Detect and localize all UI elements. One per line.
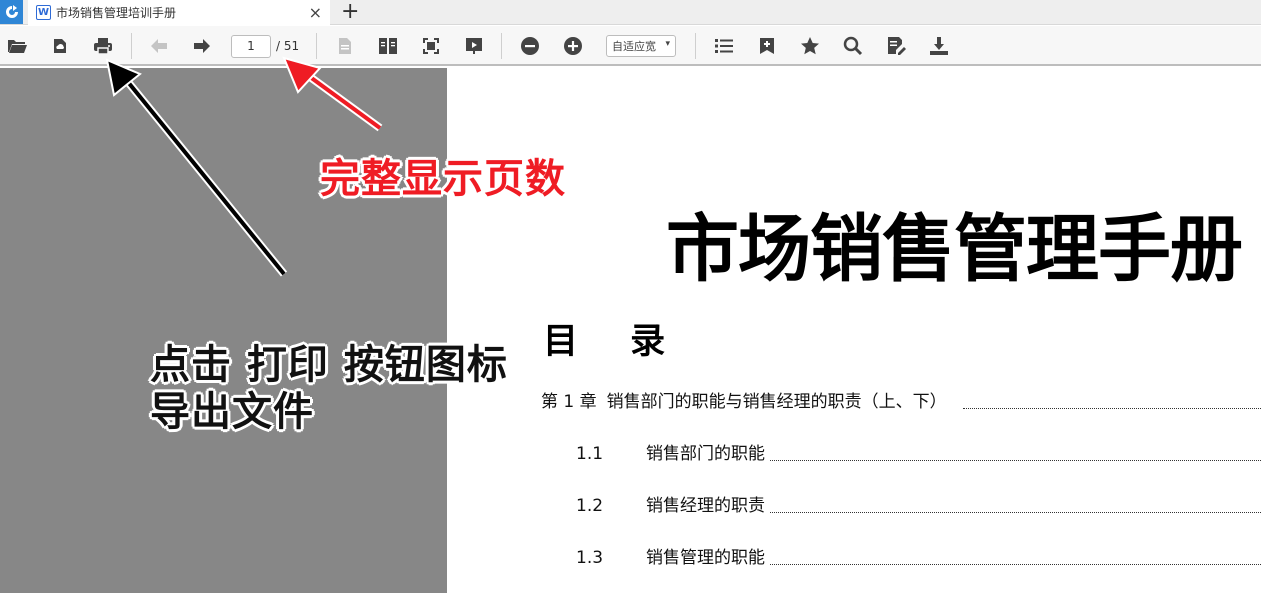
page-number-input[interactable]: 1 <box>231 35 271 58</box>
previous-page-icon[interactable] <box>148 35 170 57</box>
download-icon[interactable] <box>928 35 950 57</box>
toc-dot-leader <box>770 460 1261 461</box>
zoom-mode-value: 自适应宽 <box>612 40 656 53</box>
toc-entry-number: 1.3 <box>576 548 604 568</box>
presentation-icon[interactable] <box>463 35 485 57</box>
toolbar: 1 / 51 自适应宽 ▾ <box>0 26 1261 66</box>
toc-entry-text: 销售经理的职责 <box>646 496 765 516</box>
toc-dot-leader <box>770 512 1261 513</box>
document-title: 市场销售管理手册 <box>666 207 1243 292</box>
toc-dot-leader <box>770 564 1261 565</box>
outline-list-icon[interactable] <box>713 35 735 57</box>
print-icon[interactable] <box>92 35 114 57</box>
open-folder-icon[interactable] <box>6 35 28 57</box>
toc-entry-number: 1.2 <box>576 496 604 516</box>
toc-entry[interactable]: 第 1 章 销售部门的职能与销售经理的职责（上、下） <box>541 387 1261 412</box>
toc-heading: 目 录 <box>543 322 666 362</box>
two-page-icon[interactable] <box>377 35 399 57</box>
print-annotation-line: 点击 打印 按钮图标 <box>150 342 508 388</box>
app-logo-icon[interactable] <box>0 0 23 24</box>
cloud-upload-icon[interactable] <box>49 35 71 57</box>
zoom-mode-select[interactable]: 自适应宽 ▾ <box>606 35 676 57</box>
close-tab-icon[interactable]: × <box>309 3 322 22</box>
toc-entry-text: 销售部门的职能 <box>646 444 765 464</box>
favorite-star-icon[interactable] <box>799 35 821 57</box>
toolbar-separator <box>131 33 132 59</box>
fit-screen-icon[interactable] <box>420 35 442 57</box>
print-annotation-line: 导出文件 <box>150 389 314 435</box>
annotate-icon[interactable] <box>885 35 907 57</box>
print-annotation: 点击 打印 按钮图标 导出文件 <box>150 342 508 436</box>
document-tab[interactable]: W 市场销售管理培训手册 × <box>28 0 330 25</box>
toc-entry-number: 第 1 章 <box>541 392 597 412</box>
total-pages-label: / 51 <box>276 39 300 53</box>
toc-entry-text: 销售管理的职能 <box>646 548 765 568</box>
page-count-annotation: 完整显示页数 <box>320 156 566 202</box>
next-page-icon[interactable] <box>191 35 213 57</box>
toolbar-separator <box>316 33 317 59</box>
toc-dot-leader <box>963 408 1261 409</box>
tab-title: 市场销售管理培训手册 <box>56 6 177 20</box>
toc-entry[interactable]: 1.1 销售部门的职能 <box>576 439 1261 464</box>
new-tab-icon[interactable]: + <box>341 0 359 24</box>
document-page: 市场销售管理手册 目 录 第 1 章 销售部门的职能与销售经理的职责（上、下） … <box>447 68 1261 593</box>
toc-entry-number: 1.1 <box>576 444 604 464</box>
toc-entry[interactable]: 1.3 销售管理的职能 <box>576 543 1261 568</box>
word-document-icon: W <box>36 5 51 20</box>
zoom-out-icon[interactable] <box>519 35 541 57</box>
tab-bar: W 市场销售管理培训手册 × + <box>0 0 1261 25</box>
single-page-icon[interactable] <box>334 35 356 57</box>
search-icon[interactable] <box>842 35 864 57</box>
toc-entry[interactable]: 1.2 销售经理的职责 <box>576 491 1261 516</box>
add-bookmark-icon[interactable] <box>756 35 778 57</box>
toolbar-separator <box>501 33 502 59</box>
zoom-in-icon[interactable] <box>562 35 584 57</box>
toolbar-separator <box>695 33 696 59</box>
toc-entry-text: 销售部门的职能与销售经理的职责（上、下） <box>606 392 947 412</box>
chevron-down-icon: ▾ <box>665 39 670 49</box>
